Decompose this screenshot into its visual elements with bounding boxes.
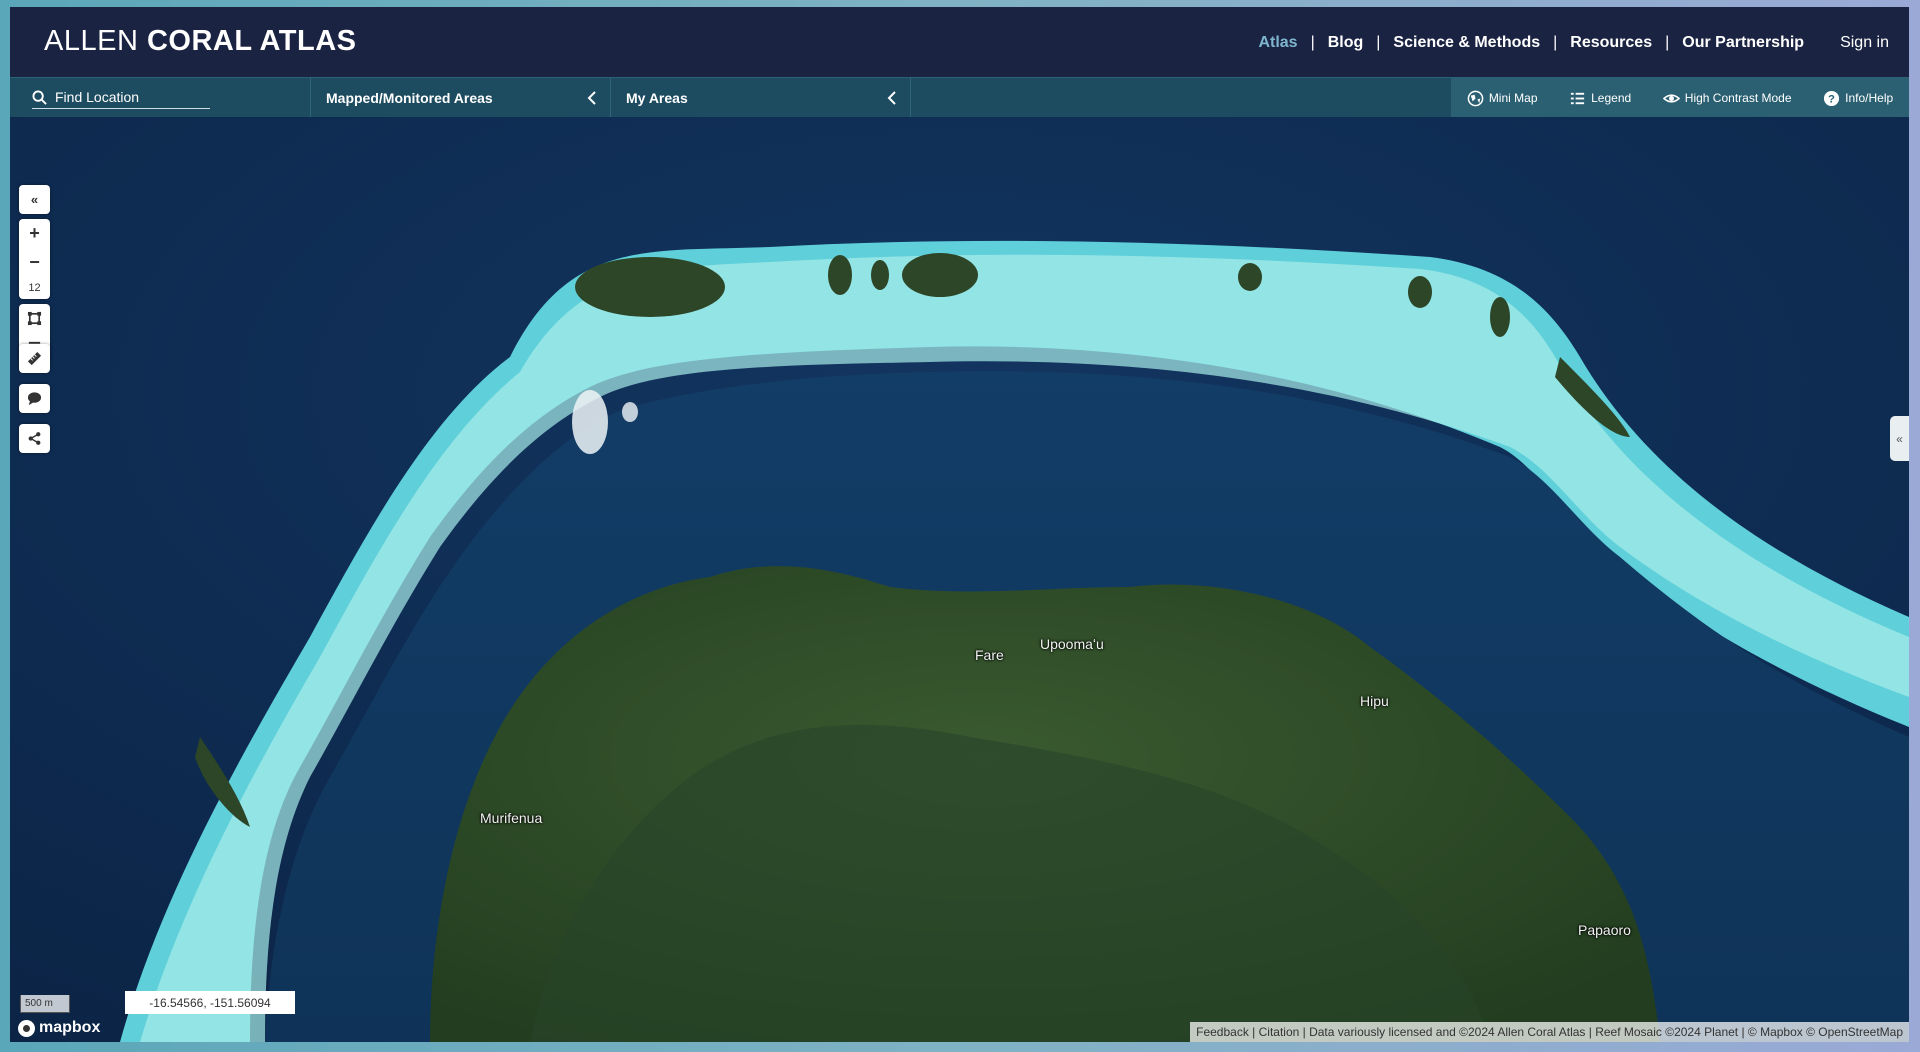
find-location-label: Find Location (55, 89, 140, 105)
nav-separator: | (1553, 34, 1558, 51)
search-icon (32, 89, 47, 105)
find-location-panel: Find Location (10, 78, 311, 118)
mapbox-wordmark: mapbox (39, 1019, 101, 1036)
mapped-areas-label: Mapped/Monitored Areas (326, 90, 493, 106)
satellite-map[interactable]: Fare Upoomaʻu Hipu Murifenua Papaoro « +… (10, 117, 1909, 1042)
legend-button[interactable]: Legend (1569, 90, 1631, 107)
chevron-left-icon (587, 91, 596, 105)
sign-in-link[interactable]: Sign in (1840, 34, 1889, 52)
main-nav: Atlas | Blog | Science & Methods | Resou… (1258, 34, 1889, 52)
map-tools: Mini Map Legend High Contrast Mode ? Inf… (1451, 78, 1909, 118)
cursor-coordinates: -16.54566, -151.56094 (125, 991, 295, 1014)
satellite-imagery (10, 117, 1909, 1042)
site-logo[interactable]: ALLEN CORAL ATLAS (44, 25, 357, 58)
high-contrast-button[interactable]: High Contrast Mode (1662, 90, 1792, 107)
collapse-panel-button[interactable]: « (19, 185, 50, 214)
mapped-areas-dropdown[interactable]: Mapped/Monitored Areas (310, 78, 611, 118)
legend-label: Legend (1591, 91, 1632, 105)
comment-button[interactable] (19, 384, 50, 413)
right-panel-toggle[interactable]: « (1890, 416, 1909, 461)
collapse-panel-control: « (19, 185, 50, 214)
nav-separator: | (1376, 34, 1381, 51)
nav-separator: | (1310, 34, 1315, 51)
draw-polygon-button[interactable] (19, 304, 50, 333)
logo-light-text: ALLEN (44, 25, 139, 57)
polygon-icon (27, 311, 42, 326)
nav-blog[interactable]: Blog (1328, 34, 1364, 52)
find-location-input[interactable]: Find Location (32, 86, 210, 109)
nav-separator: | (1665, 34, 1670, 51)
scale-bar: 500 m (20, 995, 70, 1013)
map-attribution[interactable]: Feedback | Citation | Data variously lic… (1190, 1022, 1909, 1042)
zoom-level: 12 (28, 282, 41, 294)
info-help-label: Info/Help (1845, 91, 1894, 105)
help-icon: ? (1824, 90, 1840, 106)
share-icon (28, 432, 41, 445)
zoom-control: + − 12 (19, 219, 50, 299)
logo-bold-text: CORAL ATLAS (146, 25, 357, 57)
measure-button[interactable] (19, 344, 50, 373)
mini-map-button[interactable]: Mini Map (1467, 90, 1538, 107)
nav-atlas[interactable]: Atlas (1258, 34, 1297, 52)
place-label-murifenua: Murifenua (480, 810, 543, 826)
nav-our-partnership[interactable]: Our Partnership (1682, 34, 1804, 52)
info-help-button[interactable]: ? Info/Help (1823, 90, 1893, 107)
zoom-in-button[interactable]: + (19, 219, 50, 248)
place-label-hipu: Hipu (1360, 693, 1389, 709)
nav-resources[interactable]: Resources (1570, 34, 1652, 52)
list-icon (1571, 92, 1585, 104)
measure-control (19, 344, 50, 373)
zoom-out-button[interactable]: − (19, 248, 50, 277)
mapbox-icon (18, 1019, 35, 1037)
my-areas-dropdown[interactable]: My Areas (610, 78, 911, 118)
my-areas-label: My Areas (626, 90, 688, 106)
app-frame: ALLEN CORAL ATLAS Atlas | Blog | Science… (10, 7, 1909, 1042)
high-contrast-label: High Contrast Mode (1684, 91, 1792, 105)
map-toolbar: Find Location Mapped/Monitored Areas My … (10, 77, 1909, 118)
ruler-icon (27, 351, 42, 366)
speech-bubble-icon (27, 392, 42, 406)
eye-icon (1662, 93, 1680, 103)
chevron-left-icon (887, 91, 896, 105)
site-header: ALLEN CORAL ATLAS Atlas | Blog | Science… (10, 7, 1909, 77)
mini-map-label: Mini Map (1488, 91, 1538, 105)
place-label-fare: Fare (975, 647, 1004, 663)
share-control (19, 424, 50, 453)
globe-icon (1467, 90, 1484, 106)
comment-control (19, 384, 50, 413)
share-button[interactable] (19, 424, 50, 453)
svg-text:?: ? (1828, 93, 1835, 105)
nav-science-methods[interactable]: Science & Methods (1393, 34, 1540, 52)
place-label-upooma: Upoomaʻu (1040, 636, 1104, 652)
place-label-papaoro: Papaoro (1578, 922, 1631, 938)
mapbox-logo[interactable]: mapbox (18, 1019, 100, 1037)
